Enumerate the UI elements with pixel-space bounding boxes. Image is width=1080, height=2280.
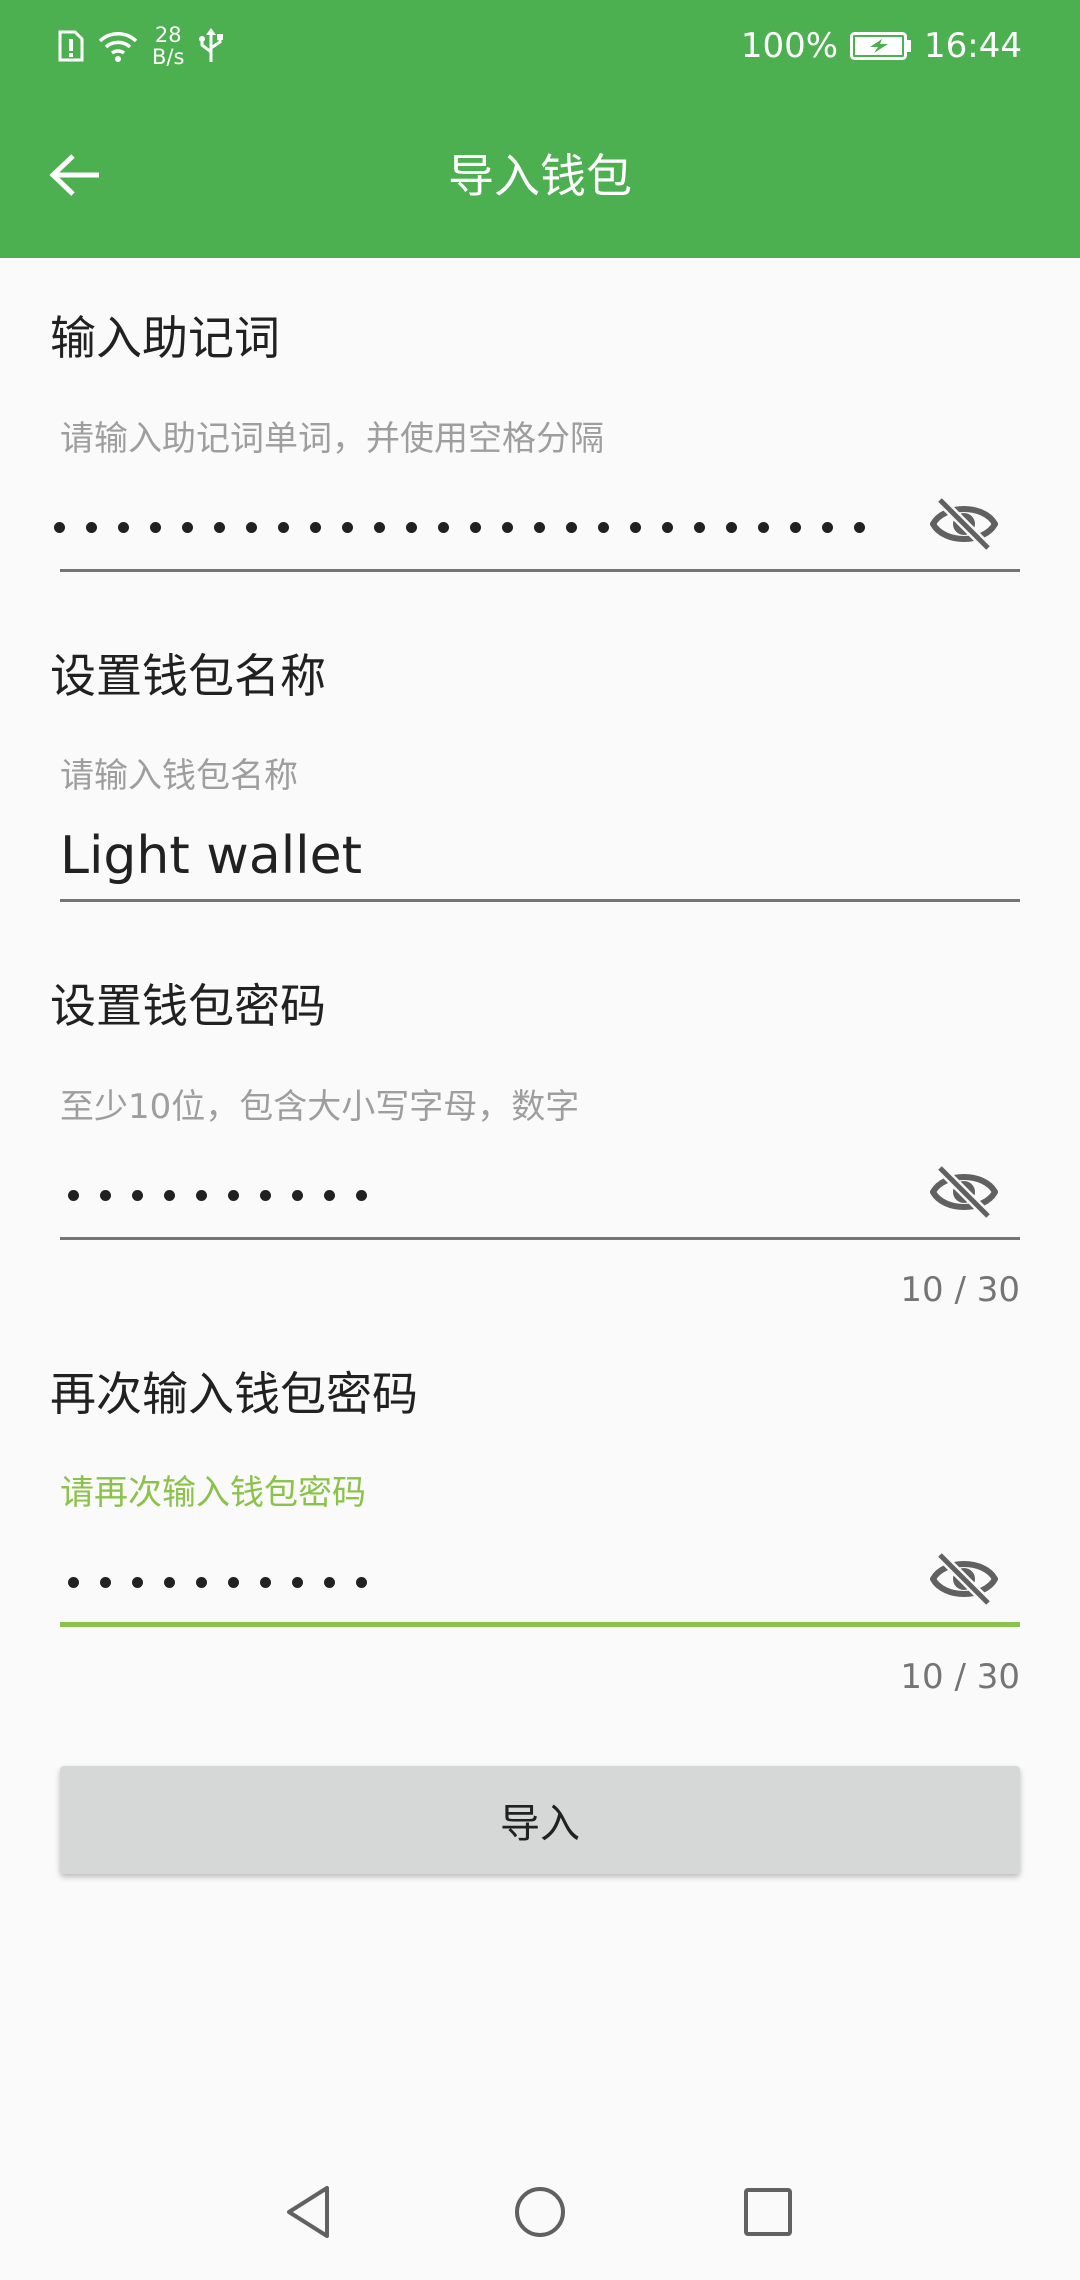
mask-dot [758, 522, 769, 533]
wallet-name-hint: 请输入钱包名称 [60, 756, 298, 796]
mask-dot [164, 1190, 175, 1201]
eye-off-icon [929, 1164, 999, 1224]
mask-dot [228, 1577, 239, 1588]
confirm-password-char-counter: 10 / 30 [900, 1657, 1020, 1697]
confirm-password-label: 再次输入钱包密码 [50, 1367, 418, 1421]
import-button[interactable]: 导入 [60, 1766, 1020, 1874]
mask-dot [502, 522, 513, 533]
mask-dot [662, 522, 673, 533]
mask-dot [132, 1190, 143, 1201]
mask-dot [260, 1190, 271, 1201]
network-speed-value: 28 [154, 23, 182, 47]
square-recents-icon [742, 2186, 794, 2242]
mask-dot [196, 1577, 207, 1588]
mask-dot [854, 522, 865, 533]
mask-dot [566, 522, 577, 533]
mask-dot [438, 522, 449, 533]
nav-back-button[interactable] [276, 2182, 340, 2246]
mask-dot [86, 522, 97, 533]
mask-dot [228, 1190, 239, 1201]
password-input[interactable] [60, 1156, 1020, 1240]
mask-dot [310, 522, 321, 533]
wallet-name-label: 设置钱包名称 [50, 649, 326, 703]
mask-dot [356, 1577, 367, 1588]
circle-home-icon [512, 2184, 568, 2244]
status-icons-left: 28 B/s [58, 20, 224, 72]
wifi-icon [98, 29, 138, 63]
mask-dot [630, 522, 641, 533]
system-nav-bar [0, 2144, 1080, 2280]
battery-percent: 100% [740, 26, 839, 66]
mask-dot [100, 1190, 111, 1201]
mask-dot [598, 522, 609, 533]
confirm-password-underline [60, 1622, 1020, 1627]
confirm-password-hint: 请再次输入钱包密码 [60, 1473, 366, 1513]
mask-dot [150, 522, 161, 533]
nav-home-button[interactable] [508, 2182, 572, 2246]
mask-dot [164, 1577, 175, 1588]
import-button-label: 导入 [500, 1801, 580, 1847]
mask-dot [356, 1190, 367, 1201]
mask-dot [324, 1577, 335, 1588]
mask-dot [260, 1577, 271, 1588]
battery-charging-icon [850, 31, 912, 61]
status-bar: 28 B/s 100% 16:44 [0, 0, 1080, 92]
mask-dot [470, 522, 481, 533]
network-speed-unit: B/s [152, 45, 185, 69]
mask-dot [100, 1577, 111, 1588]
status-icons-right: 100% 16:44 [741, 20, 1022, 72]
mask-dot [278, 522, 289, 533]
wallet-name-value: Light wallet [60, 826, 362, 886]
confirm-password-visibility-toggle[interactable] [928, 1551, 1000, 1611]
mask-dot [68, 1190, 79, 1201]
nav-recents-button[interactable] [736, 2182, 800, 2246]
confirm-password-masked-text [68, 1577, 367, 1588]
mask-dot [68, 1577, 79, 1588]
mask-dot [790, 522, 801, 533]
mnemonic-masked-text [54, 522, 870, 533]
password-hint: 至少10位，包含大小写字母，数字 [60, 1087, 580, 1127]
mask-dot [324, 1190, 335, 1201]
mnemonic-visibility-toggle[interactable] [928, 496, 1000, 556]
network-speed: 28 B/s [152, 24, 184, 68]
mnemonic-hint: 请输入助记词单词，并使用空格分隔 [60, 419, 604, 459]
mask-dot [694, 522, 705, 533]
wallet-name-underline [60, 899, 1020, 902]
mask-dot [726, 522, 737, 533]
eye-off-icon [929, 1551, 999, 1611]
password-label: 设置钱包密码 [50, 979, 326, 1033]
mask-dot [292, 1190, 303, 1201]
password-visibility-toggle[interactable] [928, 1164, 1000, 1224]
mask-dot [342, 522, 353, 533]
mask-dot [822, 522, 833, 533]
password-underline [60, 1237, 1020, 1240]
mask-dot [534, 522, 545, 533]
mask-dot [292, 1577, 303, 1588]
eye-off-icon [929, 496, 999, 556]
mask-dot [118, 522, 129, 533]
mask-dot [246, 522, 257, 533]
usb-icon [198, 28, 224, 64]
mnemonic-underline [60, 569, 1020, 572]
app-bar: 导入钱包 [0, 92, 1080, 258]
password-char-counter: 10 / 30 [900, 1270, 1020, 1310]
password-masked-text [68, 1190, 367, 1201]
mnemonic-label: 输入助记词 [50, 311, 280, 365]
mask-dot [196, 1190, 207, 1201]
page-title: 导入钱包 [448, 149, 632, 203]
mask-dot [374, 522, 385, 533]
triangle-back-icon [283, 2184, 333, 2244]
mnemonic-input[interactable] [54, 488, 1020, 572]
confirm-password-input[interactable] [60, 1543, 1020, 1627]
mask-dot [182, 522, 193, 533]
mask-dot [132, 1577, 143, 1588]
mask-dot [406, 522, 417, 533]
mask-dot [54, 522, 65, 533]
wallet-name-input[interactable]: Light wallet [60, 818, 1020, 902]
sim-alert-icon [58, 30, 84, 62]
mask-dot [214, 522, 225, 533]
clock: 16:44 [924, 26, 1022, 66]
